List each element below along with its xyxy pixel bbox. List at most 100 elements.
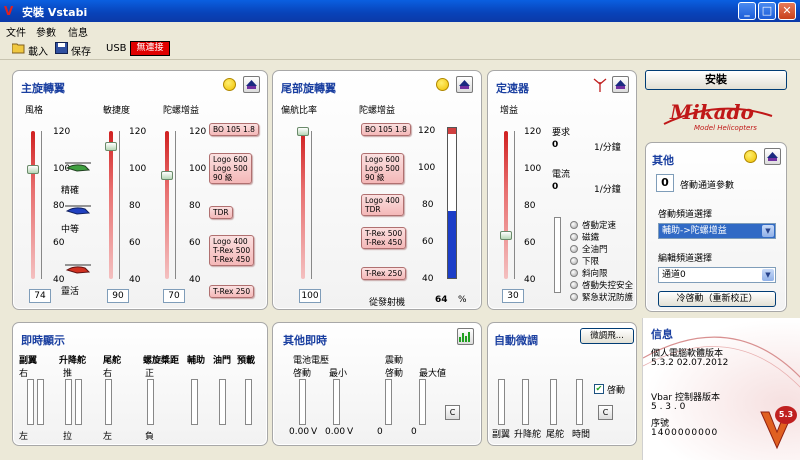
yaw-value-field[interactable]: 100	[299, 289, 321, 303]
agility-value-field[interactable]: 90	[107, 289, 129, 303]
minimize-button[interactable]: _	[738, 2, 756, 20]
folder-open-icon[interactable]	[12, 42, 25, 54]
agility-ticks	[119, 131, 129, 279]
preset-logo600[interactable]: Logo 600 Logo 500 90 級	[209, 153, 252, 184]
title-bar: V 安裝 Vstabi _ □ ✕	[0, 0, 800, 22]
main-rotor-title: 主旋轉翼	[21, 82, 65, 95]
install-button[interactable]: 安裝	[645, 70, 787, 90]
menu-parameters[interactable]: 參數	[36, 24, 56, 39]
style-value-field[interactable]: 74	[29, 289, 51, 303]
chevron-down-icon[interactable]: ▼	[762, 225, 774, 237]
graph-icon[interactable]	[457, 328, 474, 345]
agility-slider-thumb[interactable]	[105, 141, 117, 151]
vibration-label: 震動	[385, 356, 404, 366]
vib-start-value: 0	[377, 427, 383, 437]
maximize-button[interactable]: □	[758, 2, 776, 20]
style-level-agile: 靈活	[61, 287, 80, 297]
clear-button[interactable]: C	[445, 405, 460, 420]
agility-tick-40: 40	[129, 275, 141, 285]
preset-bo105[interactable]: BO 105 1.8	[209, 123, 259, 136]
save-icon[interactable]	[55, 42, 68, 54]
mikado-tagline: Model Helicopters	[694, 124, 757, 132]
tail-rotor-panel: 尾部旋轉翼 偏航比率 陀螺增益 100 BO 105 1.8 Logo 600 …	[272, 70, 482, 310]
rt-bottom-aileron: 左	[19, 432, 29, 442]
vib-max-value: 0	[411, 427, 417, 437]
load-button[interactable]: 載入	[28, 43, 48, 58]
rt-bar-preload	[245, 379, 252, 425]
trim-clear-button[interactable]: C	[598, 405, 613, 420]
rt-bar-rudder	[105, 379, 112, 425]
trim-bar-time	[576, 379, 583, 425]
save-button[interactable]: 保存	[71, 43, 91, 58]
agility-tick-100: 100	[129, 164, 147, 174]
style-level-medium: 中等	[61, 225, 80, 235]
helicopter-agile-icon	[65, 264, 91, 274]
serial-value: 1400000000	[651, 428, 719, 438]
request-value: 0	[552, 140, 559, 150]
tail-preset-trex500[interactable]: T-Rex 500 T-Rex 450	[361, 227, 407, 249]
gyro-slider-thumb[interactable]	[161, 171, 173, 181]
auto-trim-panel: 自動微調 微調飛... ✔ 啓動 C 副翼 升降舵 尾舵 時間	[487, 322, 637, 446]
gyro-slider-track[interactable]	[165, 131, 169, 279]
trim-col-aileron: 副翼	[492, 430, 511, 440]
start-mode-value: 輔助->陀螺增益	[662, 226, 727, 236]
tail-preset-logo600[interactable]: Logo 600 Logo 500 90 級	[361, 153, 404, 184]
wizard-hat-icon[interactable]	[456, 76, 473, 93]
current-label: 電流	[552, 170, 571, 180]
yaw-slider-thumb[interactable]	[297, 127, 309, 136]
channel-count-field: 0	[656, 174, 674, 192]
tail-pitch-meter	[447, 127, 457, 279]
preset-tdr[interactable]: TDR	[209, 206, 233, 219]
smiley-icon	[223, 78, 236, 91]
status-emergency: 緊急狀況防護	[582, 293, 634, 303]
status-governor-on: 啓動定速	[582, 221, 617, 231]
tail-preset-bo105[interactable]: BO 105 1.8	[361, 123, 411, 136]
battery-start-value: 0.00	[289, 427, 310, 437]
pitch-unit: %	[458, 295, 467, 305]
edit-channel-select[interactable]: 通道0 ▼	[658, 267, 776, 283]
governor-throttle-bar	[554, 217, 561, 293]
battery-min-unit: V	[347, 427, 354, 437]
preset-logo400[interactable]: Logo 400 T-Rex 500 T-Rex 450	[209, 235, 255, 266]
governor-title: 定速器	[496, 82, 529, 95]
wizard-hat-icon[interactable]	[764, 148, 781, 165]
menu-file[interactable]: 文件	[6, 24, 26, 39]
toolbar: 載入 保存 USB 無連接	[0, 38, 800, 60]
chevron-down-icon[interactable]: ▼	[762, 269, 774, 281]
preset-trex250[interactable]: T-Rex 250	[209, 285, 255, 298]
rt-top-elevator: 推	[63, 369, 73, 379]
tail-preset-trex250[interactable]: T-Rex 250	[361, 267, 407, 280]
wizard-hat-icon[interactable]	[243, 76, 260, 93]
trim-col-rudder: 尾舵	[546, 430, 565, 440]
style-slider-thumb[interactable]	[27, 165, 39, 175]
rt-col-aileron: 副翼	[19, 356, 38, 366]
gov-tick-60: 60	[524, 238, 536, 248]
trim-bar-elevator	[522, 379, 529, 425]
enable-checkbox[interactable]: ✔	[594, 384, 604, 394]
menu-info[interactable]: 信息	[68, 24, 88, 39]
gyro-value-field[interactable]: 70	[163, 289, 185, 303]
status-magnet: 磁鐵	[582, 233, 600, 243]
style-tick-80: 80	[53, 201, 65, 211]
status-led	[570, 257, 578, 265]
governor-value-field[interactable]: 30	[502, 289, 524, 303]
governor-slider-thumb[interactable]	[500, 230, 512, 240]
fine-trim-button[interactable]: 微調飛...	[580, 328, 634, 344]
agility-slider-track[interactable]	[109, 131, 113, 279]
tail-tick-100: 100	[418, 163, 436, 173]
agility-tick-80: 80	[129, 201, 141, 211]
gov-tick-120: 120	[524, 127, 542, 137]
gyro-tick-60: 60	[189, 238, 201, 248]
style-slider-track[interactable]	[31, 131, 35, 279]
start-mode-select[interactable]: 輔助->陀螺增益 ▼	[658, 223, 776, 239]
mikado-logo: Mikado Model Helicopters	[660, 94, 776, 136]
status-full-throttle: 全油門	[582, 245, 608, 255]
rt-bottom-rudder: 左	[103, 432, 113, 442]
cold-start-button[interactable]: 冷啓動（重新校正）	[658, 291, 776, 307]
governor-slider-track[interactable]	[504, 131, 508, 279]
close-button[interactable]: ✕	[778, 2, 796, 20]
wizard-hat-icon[interactable]	[612, 76, 629, 93]
tail-rotor-title: 尾部旋轉翼	[281, 82, 336, 95]
yaw-slider-track[interactable]	[301, 131, 305, 279]
tail-preset-logo400[interactable]: Logo 400 TDR	[361, 194, 404, 216]
